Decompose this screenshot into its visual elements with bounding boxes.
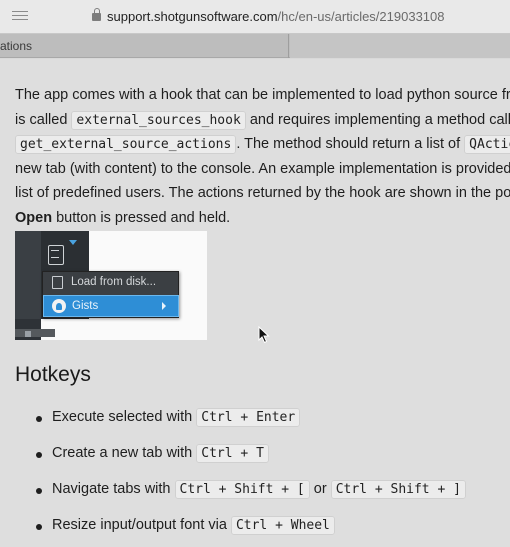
dropdown-caret-icon — [69, 240, 77, 245]
hamburger-menu-icon[interactable] — [12, 11, 28, 23]
text: . The method should return a list of — [236, 136, 465, 152]
url-path: /hc/en-us/articles/219033108 — [277, 9, 445, 24]
text: is called — [15, 111, 72, 128]
keyboard-shortcut: Ctrl + Shift + ] — [330, 480, 466, 499]
text: and requires implementing a method calle — [245, 111, 510, 128]
browser-address-bar: support.shotgunsoftware.com/hc/en-us/art… — [0, 0, 510, 34]
hotkey-item: Execute selected with Ctrl + Enter — [15, 408, 510, 445]
hotkey-item: Navigate tabs with Ctrl + Shift + [ or C… — [15, 480, 510, 517]
hotkey-item: Resize input/output font via Ctrl + Whee… — [15, 516, 510, 547]
hotkey-description: Resize input/output font via — [52, 517, 231, 533]
scrollbar-strip — [15, 329, 55, 337]
scrollbar-handle — [25, 331, 31, 337]
hotkey-joiner: or — [309, 481, 331, 497]
tab-bar: ations — [0, 34, 510, 58]
hotkeys-list: Execute selected with Ctrl + Enter Create… — [15, 408, 510, 547]
bold-text: Open — [15, 209, 53, 226]
github-icon — [52, 299, 66, 313]
url-domain: support.shotgunsoftware.com — [107, 9, 278, 24]
tab-active[interactable]: ations — [0, 34, 289, 58]
hotkey-description: Navigate tabs with — [52, 481, 175, 497]
section-heading-hotkeys: Hotkeys — [15, 363, 91, 386]
paragraph-line: The app comes with a hook that can be im… — [15, 87, 510, 103]
paragraph-line: Open button is pressed and held. — [15, 206, 510, 231]
article-paragraph: The app comes with a hook that can be im… — [15, 83, 510, 230]
mouse-cursor-icon — [258, 326, 270, 344]
menu-item-label: Gists — [72, 300, 99, 312]
popup-menu: Load from disk... Gists — [42, 271, 179, 318]
keyboard-shortcut: Ctrl + Wheel — [230, 516, 335, 535]
submenu-arrow-icon — [162, 302, 166, 310]
tab-empty[interactable] — [290, 34, 510, 58]
open-document-icon — [48, 245, 64, 265]
paragraph-line: list of predefined users. The actions re… — [15, 185, 510, 201]
hotkey-description: Execute selected with — [52, 409, 197, 425]
menu-item-label: Load from disk... — [71, 276, 157, 288]
keyboard-shortcut: Ctrl + Enter — [196, 408, 301, 427]
menu-item-load-from-disk: Load from disk... — [43, 272, 179, 294]
paragraph-line: get_external_source_actions. The method … — [15, 132, 510, 157]
keyboard-shortcut: Ctrl + T — [196, 444, 269, 463]
url-field[interactable]: support.shotgunsoftware.com/hc/en-us/art… — [92, 8, 445, 24]
hotkey-item: Create a new tab with Ctrl + T — [15, 444, 510, 481]
lock-icon — [92, 8, 101, 21]
article-screenshot: Load from disk... Gists — [15, 231, 207, 340]
keyboard-shortcut: Ctrl + Shift + [ — [174, 480, 310, 499]
hotkey-description: Create a new tab with — [52, 445, 197, 461]
text: button is pressed and held. — [52, 209, 231, 226]
paragraph-line: is called external_sources_hook and requ… — [15, 108, 510, 133]
article-content: The app comes with a hook that can be im… — [0, 59, 510, 547]
document-icon — [52, 276, 63, 289]
inline-code: QActic — [464, 135, 510, 154]
menu-item-gists: Gists — [43, 295, 179, 317]
inline-code: get_external_source_actions — [15, 135, 237, 154]
paragraph-line: new tab (with content) to the console. A… — [15, 160, 510, 177]
inline-code: external_sources_hook — [71, 110, 246, 130]
